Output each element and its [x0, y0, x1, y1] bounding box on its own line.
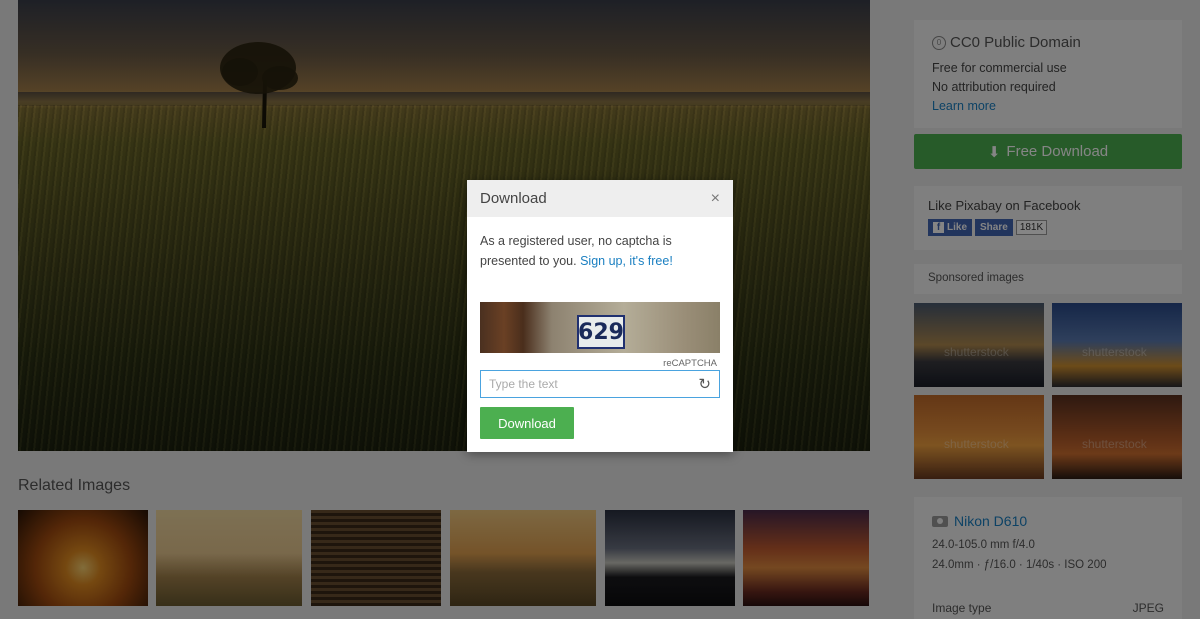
modal-header: Download ×: [467, 180, 733, 217]
captcha-input[interactable]: [489, 377, 679, 391]
modal-title: Download: [480, 190, 547, 207]
modal-download-button[interactable]: Download: [480, 407, 574, 439]
captcha-number: 629: [577, 315, 625, 349]
signup-link[interactable]: Sign up, it's free!: [580, 254, 673, 268]
download-modal: Download × As a registered user, no capt…: [467, 180, 733, 452]
recaptcha-label: reCAPTCHA: [663, 358, 717, 369]
refresh-icon[interactable]: ↻: [698, 375, 711, 393]
modal-message: As a registered user, no captcha is pres…: [467, 217, 733, 271]
captcha-image: 629: [480, 302, 720, 353]
captcha-input-wrapper: ↻: [480, 370, 720, 398]
close-icon[interactable]: ×: [711, 190, 720, 208]
